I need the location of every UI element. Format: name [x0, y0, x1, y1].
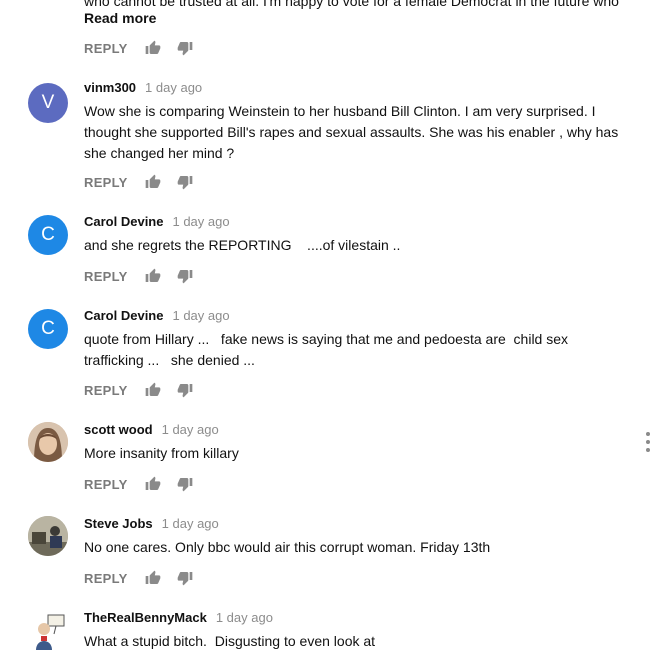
comment-text: Wow she is comparing Weinstein to her hu… [84, 103, 623, 161]
comment-text: What a stupid bitch. Disgusting to even … [84, 633, 376, 649]
comment-actions: REPLY [84, 380, 193, 400]
comment-actions: REPLY [84, 568, 193, 588]
thumbs-up-icon[interactable] [145, 476, 161, 492]
comment-header: vinm300 1 day ago [84, 80, 202, 95]
timestamp[interactable]: 1 day ago [172, 308, 229, 323]
comment-header: Carol Devine 1 day ago [84, 308, 230, 323]
reply-button[interactable]: REPLY [84, 269, 128, 284]
avatar-photo[interactable] [28, 516, 68, 556]
comment-header: Steve Jobs 1 day ago [84, 516, 219, 531]
comment-text: More insanity from killary [84, 445, 239, 461]
comment-header: TheRealBennyMack 1 day ago [84, 610, 273, 625]
comment-text: quote from Hillary ... fake news is sayi… [84, 331, 572, 368]
reply-button[interactable]: REPLY [84, 41, 128, 56]
timestamp[interactable]: 1 day ago [162, 516, 219, 531]
thumbs-up-icon[interactable] [145, 40, 161, 56]
avatar[interactable]: V [28, 83, 68, 123]
timestamp[interactable]: 1 day ago [216, 610, 273, 625]
author-name[interactable]: Steve Jobs [84, 516, 153, 531]
thumbs-up-icon[interactable] [145, 268, 161, 284]
timestamp[interactable]: 1 day ago [172, 214, 229, 229]
thumbs-up-icon[interactable] [145, 570, 161, 586]
comment-text: and she regrets the REPORTING ....of vil… [84, 237, 401, 253]
avatar-photo[interactable] [28, 612, 68, 652]
comment-header: Carol Devine 1 day ago [84, 214, 230, 229]
thumbs-up-icon[interactable] [145, 382, 161, 398]
reply-button[interactable]: REPLY [84, 383, 128, 398]
comment-actions: REPLY [84, 474, 193, 494]
comment-header: scott wood 1 day ago [84, 422, 219, 437]
thumbs-down-icon[interactable] [177, 174, 193, 190]
read-more-link[interactable]: Read more [84, 10, 156, 26]
reply-button[interactable]: REPLY [84, 175, 128, 190]
comment-actions: REPLY [84, 172, 193, 192]
author-name[interactable]: Carol Devine [84, 214, 163, 229]
thumbs-down-icon[interactable] [177, 268, 193, 284]
avatar-letter: C [41, 318, 55, 339]
thumbs-down-icon[interactable] [177, 382, 193, 398]
avatar[interactable]: C [28, 309, 68, 349]
author-name[interactable]: Carol Devine [84, 308, 163, 323]
author-name[interactable]: TheRealBennyMack [84, 610, 207, 625]
avatar[interactable]: C [28, 215, 68, 255]
avatar-letter: C [41, 224, 55, 245]
comment-text: No one cares. Only bbc would air this co… [84, 539, 491, 555]
reply-button[interactable]: REPLY [84, 571, 128, 586]
reply-button[interactable]: REPLY [84, 477, 128, 492]
partial-comment-text: who cannot be trusted at all. I'm happy … [84, 0, 619, 9]
timestamp[interactable]: 1 day ago [145, 80, 202, 95]
avatar-photo[interactable] [28, 422, 68, 462]
comment-actions: REPLY [84, 266, 193, 286]
author-name[interactable]: scott wood [84, 422, 153, 437]
thumbs-down-icon[interactable] [177, 40, 193, 56]
timestamp[interactable]: 1 day ago [162, 422, 219, 437]
comment-actions: REPLY [84, 38, 193, 58]
author-name[interactable]: vinm300 [84, 80, 136, 95]
thumbs-down-icon[interactable] [177, 570, 193, 586]
avatar-letter: V [41, 92, 55, 113]
more-options-icon[interactable] [644, 432, 652, 452]
thumbs-down-icon[interactable] [177, 476, 193, 492]
thumbs-up-icon[interactable] [145, 174, 161, 190]
